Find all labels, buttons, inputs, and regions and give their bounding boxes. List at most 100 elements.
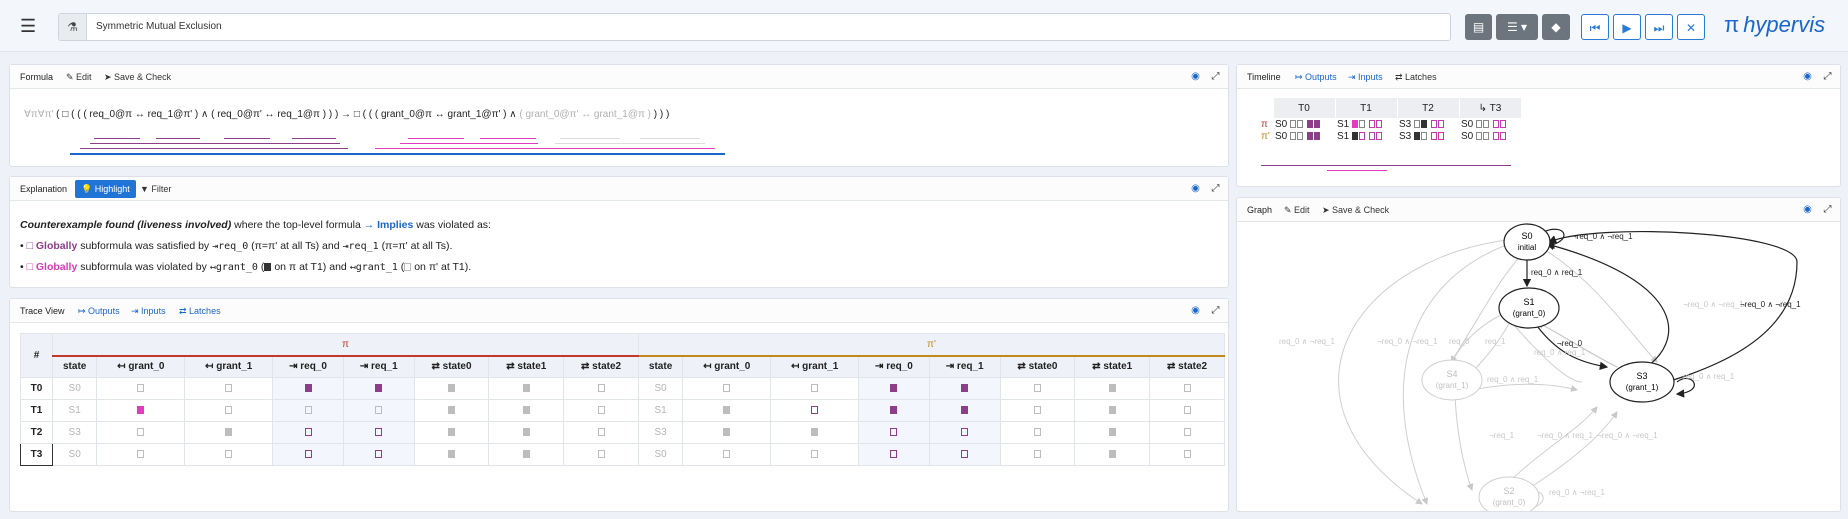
time-step-cell[interactable]: T1 [20,399,53,422]
state-cell[interactable]: S3 [51,421,98,444]
node-s2[interactable]: S2 (grant_0) [1478,476,1540,512]
col-header[interactable]: ↤ grant_0 [96,355,186,378]
signal-cell[interactable] [1074,443,1151,466]
outputs-toggle[interactable]: ↦ Outputs [1295,72,1337,83]
state-cell[interactable]: S3 [637,421,684,444]
toggle-icon[interactable]: ◉ [1802,71,1813,82]
signal-cell[interactable] [682,421,772,444]
inputs-toggle[interactable]: ⇥ Inputs [1348,72,1383,83]
signal-cell[interactable] [563,421,639,444]
signal-cell[interactable] [184,399,274,422]
title-input[interactable]: Symmetric Mutual Exclusion [96,21,222,32]
signal-cell[interactable] [1149,443,1225,466]
save-file-button[interactable]: ▤ [1465,14,1492,40]
signal-cell[interactable] [928,399,1001,422]
signal-cell[interactable] [999,377,1076,400]
node-s4[interactable]: S4 (grant_1) [1421,359,1483,401]
state-cell[interactable]: S1 [51,399,98,422]
time-step-cell[interactable]: T2 [20,421,53,444]
state-cell[interactable]: S0 [637,443,684,466]
signal-cell[interactable] [413,443,490,466]
signal-cell[interactable] [563,399,639,422]
toggle-icon[interactable]: ◉ [1190,71,1201,82]
signal-cell[interactable] [682,377,772,400]
signal-cell[interactable] [999,399,1076,422]
signal-cell[interactable] [96,443,186,466]
signal-cell[interactable] [682,399,772,422]
signal-cell[interactable] [928,443,1001,466]
col-header[interactable]: state [637,355,684,378]
title-input-group[interactable]: ⚗ Symmetric Mutual Exclusion [58,13,1451,41]
signal-cell[interactable] [272,421,344,444]
toggle-icon[interactable]: ◉ [1802,204,1813,215]
signal-cell[interactable] [184,421,274,444]
signal-cell[interactable] [563,443,639,466]
edit-graph-button[interactable]: ✎ Edit [1284,205,1310,216]
signal-cell[interactable] [770,443,860,466]
time-step-cell[interactable]: T0 [20,377,53,400]
table-row[interactable]: T3 S0 S0 [20,443,1225,466]
state-cell[interactable]: S0 [51,377,98,400]
col-header[interactable]: ⇥ req_0 [858,355,930,378]
filter-button[interactable]: ▼ Filter [140,184,171,194]
signal-cell[interactable] [858,421,930,444]
col-header[interactable]: ⇥ req_1 [342,355,415,378]
inputs-toggle[interactable]: ⇥ Inputs [131,306,166,317]
signal-cell[interactable] [999,443,1076,466]
node-s1[interactable]: S1 (grant_0) [1498,287,1560,329]
save-check-button[interactable]: ➤ Save & Check [104,72,171,83]
toggle-icon[interactable]: ◉ [1190,305,1201,316]
signal-cell[interactable] [770,421,860,444]
signal-cell[interactable] [563,377,639,400]
signal-cell[interactable] [342,399,415,422]
signal-cell[interactable] [1149,377,1225,400]
col-header[interactable]: ⇥ req_0 [272,355,344,378]
col-header[interactable]: ↤ grant_1 [184,355,274,378]
state-cell[interactable]: S0 [51,443,98,466]
col-header[interactable]: ⇄ state1 [488,355,565,378]
time-step-cell[interactable]: T3 [20,443,53,466]
col-header[interactable]: ⇄ state0 [999,355,1076,378]
col-header[interactable]: ↤ grant_0 [682,355,772,378]
signal-cell[interactable] [272,377,344,400]
signal-cell[interactable] [1149,421,1225,444]
col-header[interactable]: ⇄ state2 [1149,355,1225,378]
edit-formula-button[interactable]: ✎ Edit [66,72,92,83]
signal-cell[interactable] [682,443,772,466]
signal-cell[interactable] [999,421,1076,444]
signal-cell[interactable] [413,421,490,444]
latches-toggle[interactable]: ⇄ Latches [1395,72,1437,83]
col-header[interactable]: ⇄ state2 [563,355,639,378]
expand-icon[interactable]: ⤢ [1210,71,1221,82]
time-header[interactable]: T0 [1273,98,1336,118]
signal-cell[interactable] [342,377,415,400]
signal-cell[interactable] [858,399,930,422]
state-cell[interactable]: S0 [637,377,684,400]
play-button[interactable]: ▶ [1613,14,1641,40]
outputs-toggle[interactable]: ↦ Outputs [78,306,120,317]
signal-cell[interactable] [272,443,344,466]
col-header[interactable]: ⇥ req_1 [928,355,1001,378]
time-header[interactable]: T1 [1335,98,1398,118]
close-button[interactable]: ✕ [1677,14,1705,40]
signal-cell[interactable] [413,399,490,422]
expand-icon[interactable]: ⤢ [1822,204,1833,215]
table-row[interactable]: T0 S0 S0 [20,377,1225,400]
signal-cell[interactable] [96,421,186,444]
signal-cell[interactable] [858,443,930,466]
table-row[interactable]: T2 S3 S3 [20,421,1225,444]
latches-toggle[interactable]: ⇄ Latches [179,306,221,317]
expand-icon[interactable]: ⤢ [1210,305,1221,316]
signal-cell[interactable] [1074,399,1151,422]
signal-cell[interactable] [184,443,274,466]
list-dropdown-button[interactable]: ☰ ▾ [1496,14,1538,40]
col-header[interactable]: ⇄ state1 [1074,355,1151,378]
signal-cell[interactable] [488,399,565,422]
signal-cell[interactable] [1074,421,1151,444]
state-cell[interactable]: S1 [637,399,684,422]
signal-cell[interactable] [770,399,860,422]
signal-cell[interactable] [488,377,565,400]
step-back-button[interactable]: ⏮ [1581,14,1609,40]
signal-cell[interactable] [928,377,1001,400]
col-header[interactable]: ↤ grant_1 [770,355,860,378]
